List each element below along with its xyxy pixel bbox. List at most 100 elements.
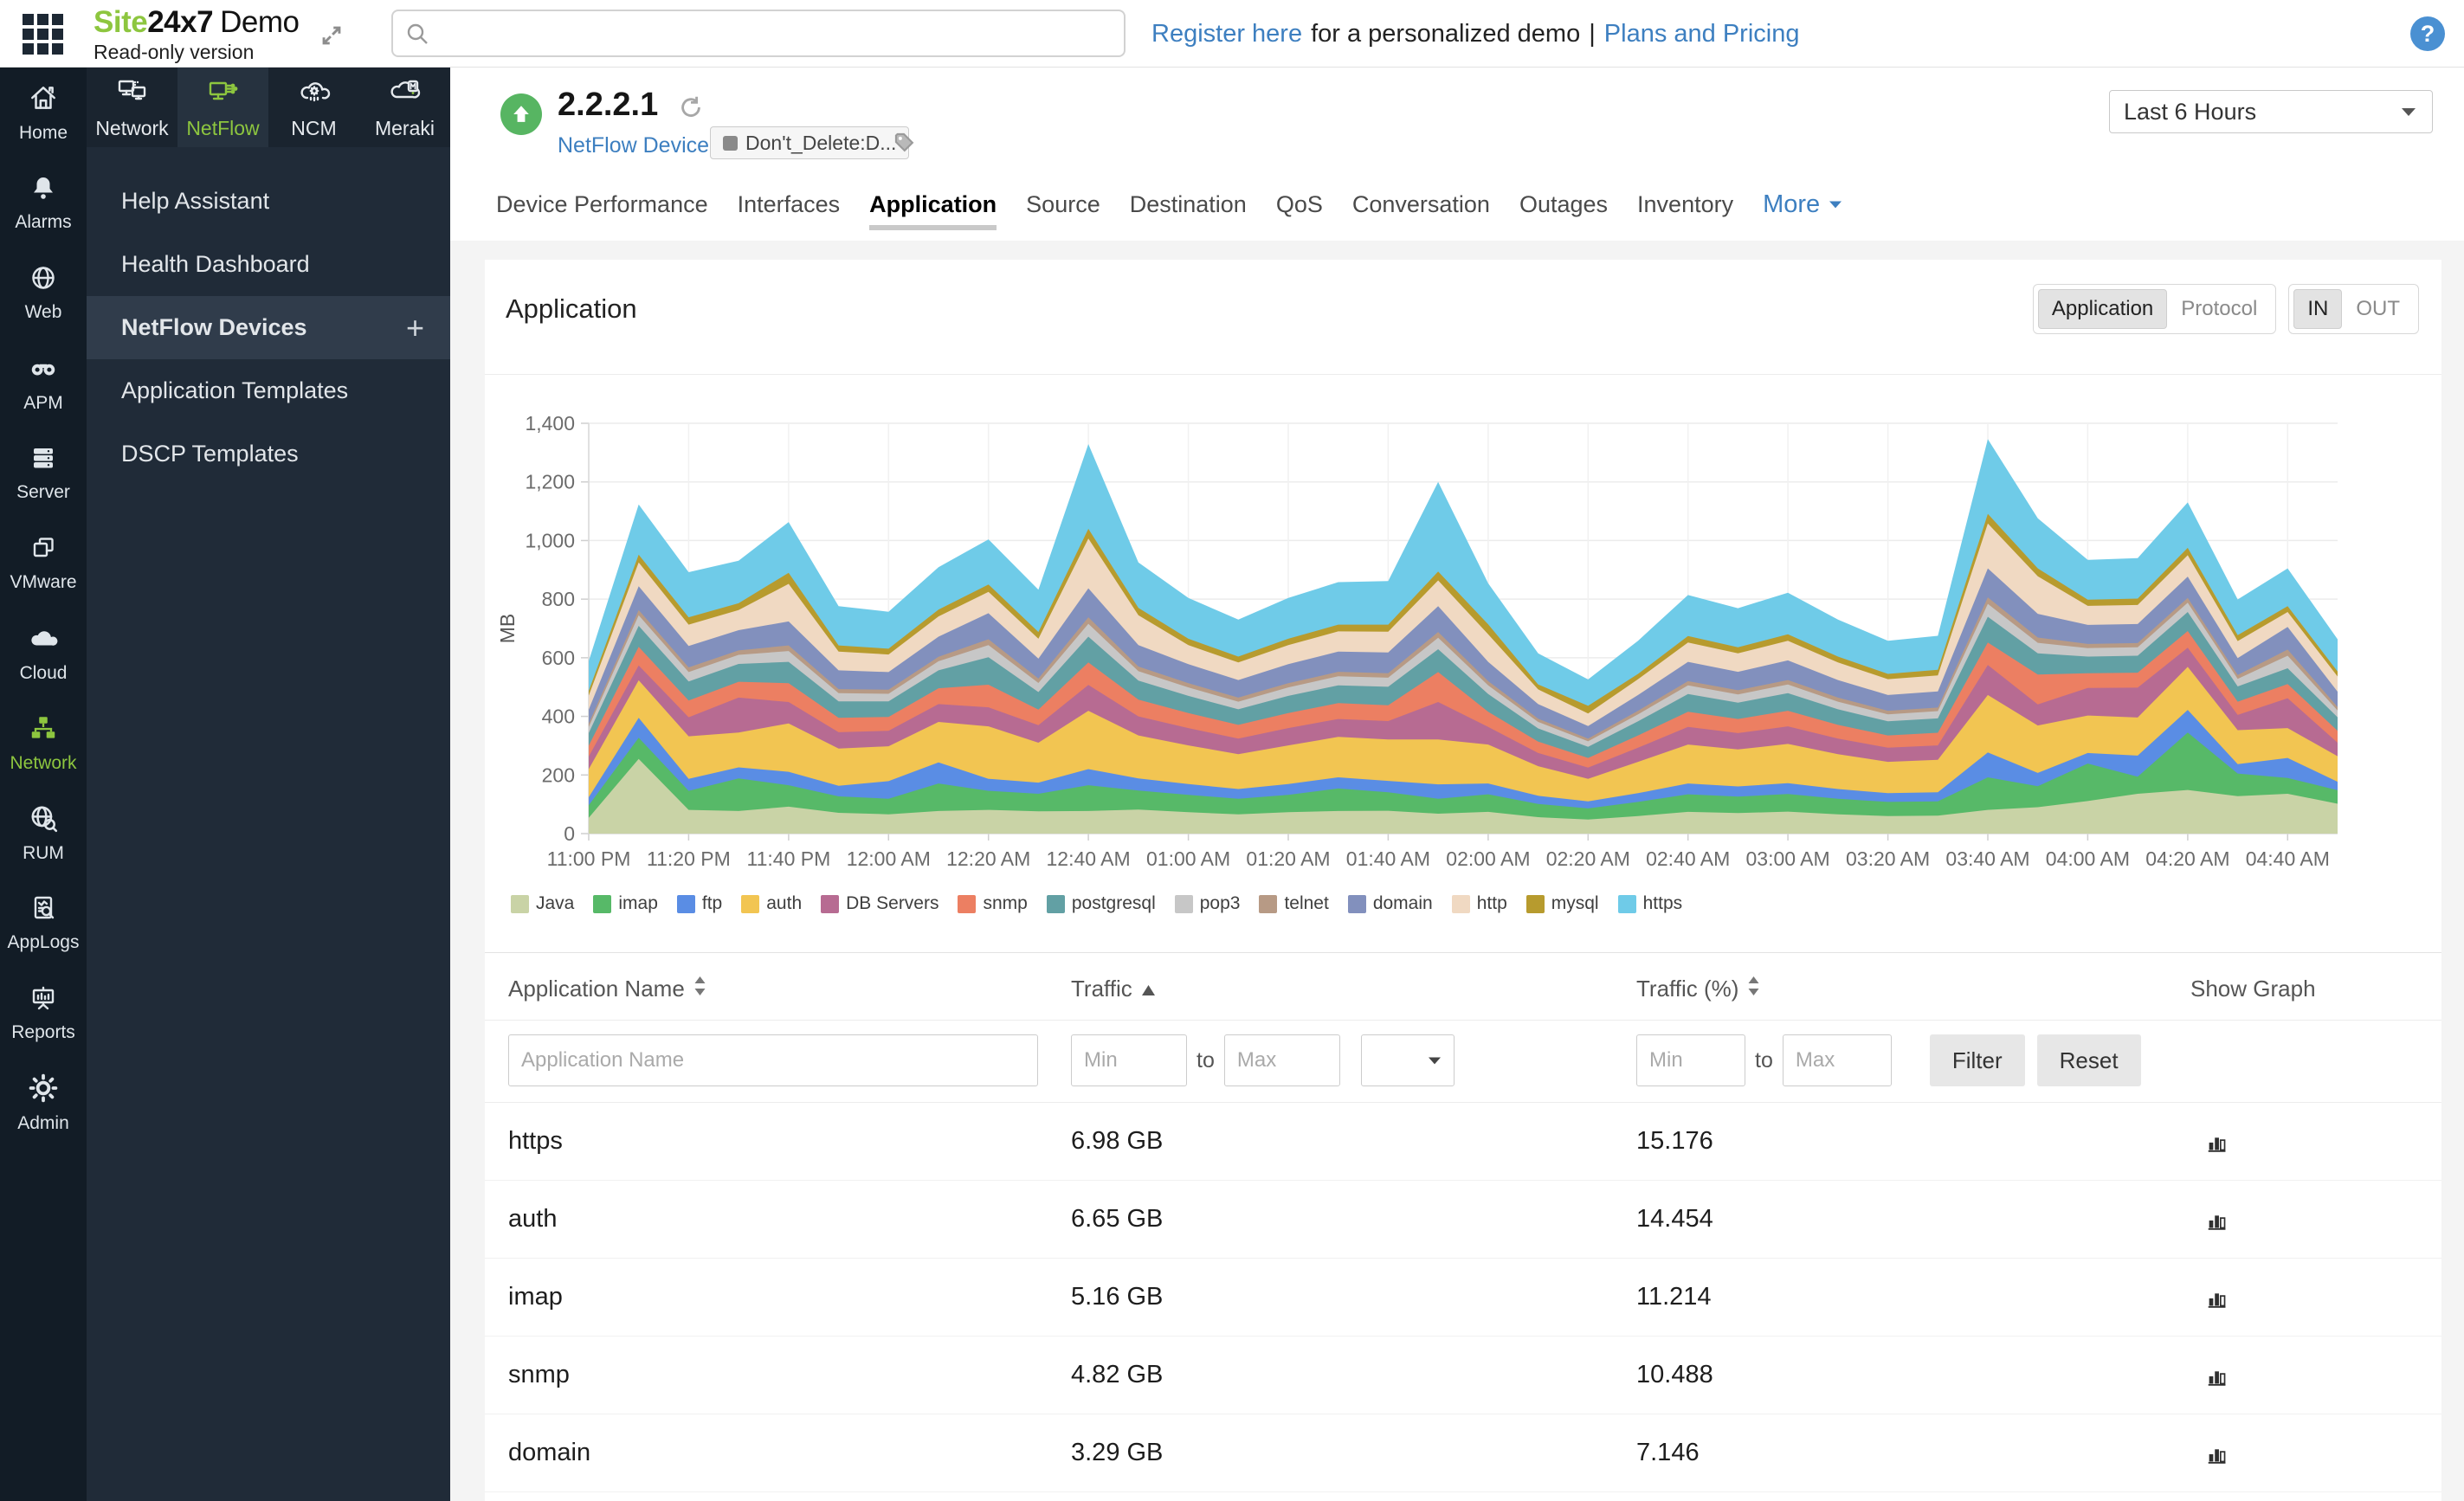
- x-tick-label: 02:20 AM: [1546, 847, 1630, 870]
- refresh-icon[interactable]: [677, 93, 705, 126]
- x-tick-label: 01:00 AM: [1146, 847, 1230, 870]
- sidebar-item-application-templates[interactable]: Application Templates: [87, 359, 450, 422]
- device-type-link[interactable]: NetFlow Device: [558, 133, 709, 158]
- sidebar-item-applogs[interactable]: AppLogs: [0, 878, 87, 968]
- tab-source[interactable]: Source: [1026, 191, 1100, 218]
- legend-item-imap[interactable]: imap: [593, 893, 658, 914]
- sidebar-item-health-dashboard[interactable]: Health Dashboard: [87, 233, 450, 296]
- help-icon[interactable]: ?: [2410, 16, 2445, 51]
- module-tab-ncm[interactable]: NCM: [268, 68, 359, 147]
- table-row: auth 6.65 GB 14.454: [485, 1181, 2441, 1259]
- show-graph-icon[interactable]: [2204, 1440, 2232, 1467]
- toggle-protocol[interactable]: Protocol: [2167, 289, 2271, 329]
- menu-item-label: Health Dashboard: [121, 251, 310, 277]
- tab-destination[interactable]: Destination: [1130, 191, 1247, 218]
- show-graph-icon[interactable]: [2204, 1206, 2232, 1234]
- column-header-traffic-[interactable]: Traffic (%): [1636, 976, 2190, 1002]
- legend-item-snmp[interactable]: snmp: [958, 893, 1027, 914]
- tab-conversation[interactable]: Conversation: [1352, 191, 1490, 218]
- device-header: 2.2.2.1 NetFlow Device Don't_Delete:D...…: [450, 68, 2464, 241]
- sidebar-item-help-assistant[interactable]: Help Assistant: [87, 170, 450, 233]
- menu-item-label: NetFlow Devices: [121, 314, 307, 340]
- tab-application[interactable]: Application: [869, 191, 997, 218]
- global-search-input[interactable]: [429, 11, 1124, 55]
- sidebar-item-reports[interactable]: Reports: [0, 968, 87, 1058]
- legend-item-auth[interactable]: auth: [741, 893, 802, 914]
- traffic-unit-select[interactable]: [1361, 1034, 1455, 1086]
- sidebar-item-web[interactable]: Web: [0, 248, 87, 338]
- sidebar-item-label: Admin: [17, 1113, 69, 1134]
- tab-outages[interactable]: Outages: [1519, 191, 1608, 218]
- traffic-max-input[interactable]: [1224, 1034, 1340, 1086]
- secondary-sidebar: Network NetFlow NCM Meraki Help Assistan…: [87, 68, 450, 1501]
- module-tab-netflow[interactable]: NetFlow: [177, 68, 268, 147]
- traffic-min-input[interactable]: [1071, 1034, 1187, 1086]
- pct-min-input[interactable]: [1636, 1034, 1745, 1086]
- global-search: [391, 10, 1126, 57]
- register-link[interactable]: Register here: [1151, 20, 1302, 48]
- sidebar-item-rum[interactable]: RUM: [0, 788, 87, 878]
- legend-item-http[interactable]: http: [1452, 893, 1507, 914]
- tab-qos[interactable]: QoS: [1276, 191, 1323, 218]
- column-header-application-name[interactable]: Application Name: [508, 976, 1071, 1002]
- netflow-menu: Help Assistant Health Dashboard NetFlow De…: [87, 170, 450, 486]
- toggle-application[interactable]: Application: [2038, 289, 2167, 329]
- chevron-down-icon: [1827, 198, 1844, 210]
- legend-item-ftp[interactable]: ftp: [677, 893, 722, 914]
- sidebar-item-apm[interactable]: APM: [0, 338, 87, 428]
- show-graph-icon[interactable]: [2204, 1128, 2232, 1156]
- device-name: 2.2.2.1: [558, 87, 658, 124]
- plans-pricing-link[interactable]: Plans and Pricing: [1604, 20, 1800, 48]
- reset-button[interactable]: Reset: [2037, 1034, 2141, 1086]
- sidebar-item-vmware[interactable]: VMware: [0, 518, 87, 608]
- legend-item-domain[interactable]: domain: [1348, 893, 1433, 914]
- sidebar-item-admin[interactable]: Admin: [0, 1058, 87, 1148]
- legend-item-telnet[interactable]: telnet: [1259, 893, 1328, 914]
- legend-item-postgresql[interactable]: postgresql: [1047, 893, 1156, 914]
- sidebar-item-alarms[interactable]: Alarms: [0, 158, 87, 248]
- server-icon: [29, 443, 58, 477]
- presentation-icon: [29, 983, 58, 1017]
- device-tag-chip[interactable]: Don't_Delete:D...: [710, 126, 909, 159]
- tab-device-performance[interactable]: Device Performance: [496, 191, 708, 218]
- legend-item-mysql[interactable]: mysql: [1526, 893, 1599, 914]
- sidebar-item-cloud[interactable]: Cloud: [0, 608, 87, 698]
- toggle-in[interactable]: IN: [2293, 289, 2342, 329]
- sidebar-item-dscp-templates[interactable]: DSCP Templates: [87, 422, 450, 486]
- traffic-cell: 6.65 GB: [1071, 1205, 1636, 1234]
- module-tab-meraki[interactable]: Meraki: [359, 68, 450, 147]
- application-name-cell: https: [508, 1127, 1071, 1156]
- sidebar-item-home[interactable]: Home: [0, 68, 87, 158]
- pct-max-input[interactable]: [1783, 1034, 1892, 1086]
- app-launcher-icon[interactable]: [23, 14, 65, 55]
- show-graph-icon[interactable]: [2204, 1284, 2232, 1311]
- traffic-cell: 4.82 GB: [1071, 1361, 1636, 1389]
- add-icon[interactable]: +: [406, 296, 424, 359]
- gear-icon: [28, 1073, 59, 1108]
- toggle-out[interactable]: OUT: [2342, 289, 2414, 329]
- layers-icon: [29, 533, 58, 567]
- traffic-pct-cell: 10.488: [1636, 1361, 2190, 1389]
- tag-icon[interactable]: [892, 130, 916, 158]
- filter-button[interactable]: Filter: [1930, 1034, 2025, 1086]
- tab-interfaces[interactable]: Interfaces: [738, 191, 841, 218]
- application-name-filter-input[interactable]: [508, 1034, 1038, 1086]
- legend-swatch: [741, 895, 759, 913]
- module-tab-network[interactable]: Network: [87, 68, 177, 147]
- legend-label: Java: [536, 893, 574, 914]
- legend-item-pop3[interactable]: pop3: [1175, 893, 1241, 914]
- legend-item-java[interactable]: Java: [511, 893, 574, 914]
- legend-swatch: [958, 895, 976, 913]
- legend-item-db-servers[interactable]: DB Servers: [821, 893, 939, 914]
- sidebar-item-server[interactable]: Server: [0, 428, 87, 518]
- column-header-traffic[interactable]: Traffic: [1071, 976, 1636, 1002]
- sidebar-item-netflow-devices[interactable]: NetFlow Devices +: [87, 296, 450, 359]
- tab-more[interactable]: More: [1763, 190, 1844, 219]
- sidebar-item-network[interactable]: Network: [0, 698, 87, 788]
- legend-item-https[interactable]: https: [1618, 893, 1683, 914]
- tab-inventory[interactable]: Inventory: [1637, 191, 1733, 218]
- expand-icon[interactable]: [315, 19, 348, 56]
- show-graph-icon[interactable]: [2204, 1362, 2232, 1389]
- time-range-select[interactable]: Last 6 Hours: [2109, 90, 2433, 133]
- sort-both-icon: [685, 976, 706, 1002]
